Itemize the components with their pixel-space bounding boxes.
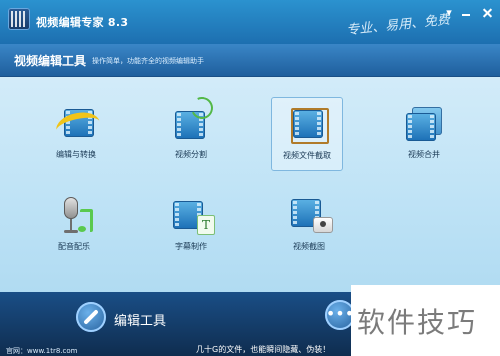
edit-tools-button[interactable]: 编辑工具 [76, 300, 194, 338]
section-header: 视频编辑工具 操作简单，功能齐全的视频编辑助手 [0, 44, 500, 77]
watermark-overlay: 软件技巧 [351, 285, 500, 356]
video-merge-icon [404, 103, 444, 145]
minimize-icon[interactable] [458, 6, 474, 20]
title-bar: 视频编辑专家 8.3 专业、易用、免费 ▾ [0, 0, 500, 44]
watermark-text: 软件技巧 [357, 306, 478, 339]
tool-video-merge[interactable]: 视频合并 [386, 103, 462, 169]
dropdown-menu-icon[interactable]: ▾ [441, 6, 457, 20]
edit-tools-label: 编辑工具 [114, 314, 167, 329]
tool-video-split[interactable]: 视频分割 [153, 93, 229, 169]
tool-grid: 编辑与转换 视频分割 视频文件截取 视频合并 配音配乐 T 字幕制作 视频截图 [0, 77, 500, 292]
tool-dubbing-music-label: 配音配乐 [58, 242, 90, 251]
website-text: 官网：www.1tr8.com [6, 347, 78, 355]
tool-video-trim-label: 视频文件截取 [283, 151, 331, 160]
tool-subtitle-label: 字幕制作 [175, 242, 207, 251]
tool-dubbing-music[interactable]: 配音配乐 [36, 195, 112, 261]
tool-edit-convert-label: 编辑与转换 [56, 150, 96, 159]
app-logo-icon [8, 8, 30, 30]
tool-screenshot-label: 视频截图 [293, 242, 325, 251]
tool-subtitle[interactable]: T 字幕制作 [153, 195, 229, 261]
tool-video-split-label: 视频分割 [175, 150, 207, 159]
window-title: 视频编辑专家 8.3 [36, 16, 129, 29]
pencil-icon [76, 302, 106, 332]
tool-video-merge-label: 视频合并 [408, 150, 440, 159]
promo-link[interactable]: 几十G的文件，也能瞬间隐藏、伪装！ [196, 344, 330, 355]
window-slogan: 专业、易用、免费 [345, 12, 451, 39]
tool-screenshot[interactable]: 视频截图 [271, 195, 347, 261]
screenshot-icon [289, 195, 333, 237]
tool-edit-convert[interactable]: 编辑与转换 [38, 103, 114, 169]
dubbing-music-icon [54, 195, 94, 237]
video-split-icon [171, 93, 217, 145]
section-title: 视频编辑工具 [14, 54, 87, 68]
section-subtitle: 操作简单，功能齐全的视频编辑助手 [92, 57, 204, 65]
tool-video-trim[interactable]: 视频文件截取 [271, 97, 343, 171]
close-icon[interactable] [479, 6, 495, 20]
edit-convert-icon [53, 103, 103, 145]
subtitle-icon: T [171, 195, 215, 237]
video-trim-icon [287, 104, 329, 146]
